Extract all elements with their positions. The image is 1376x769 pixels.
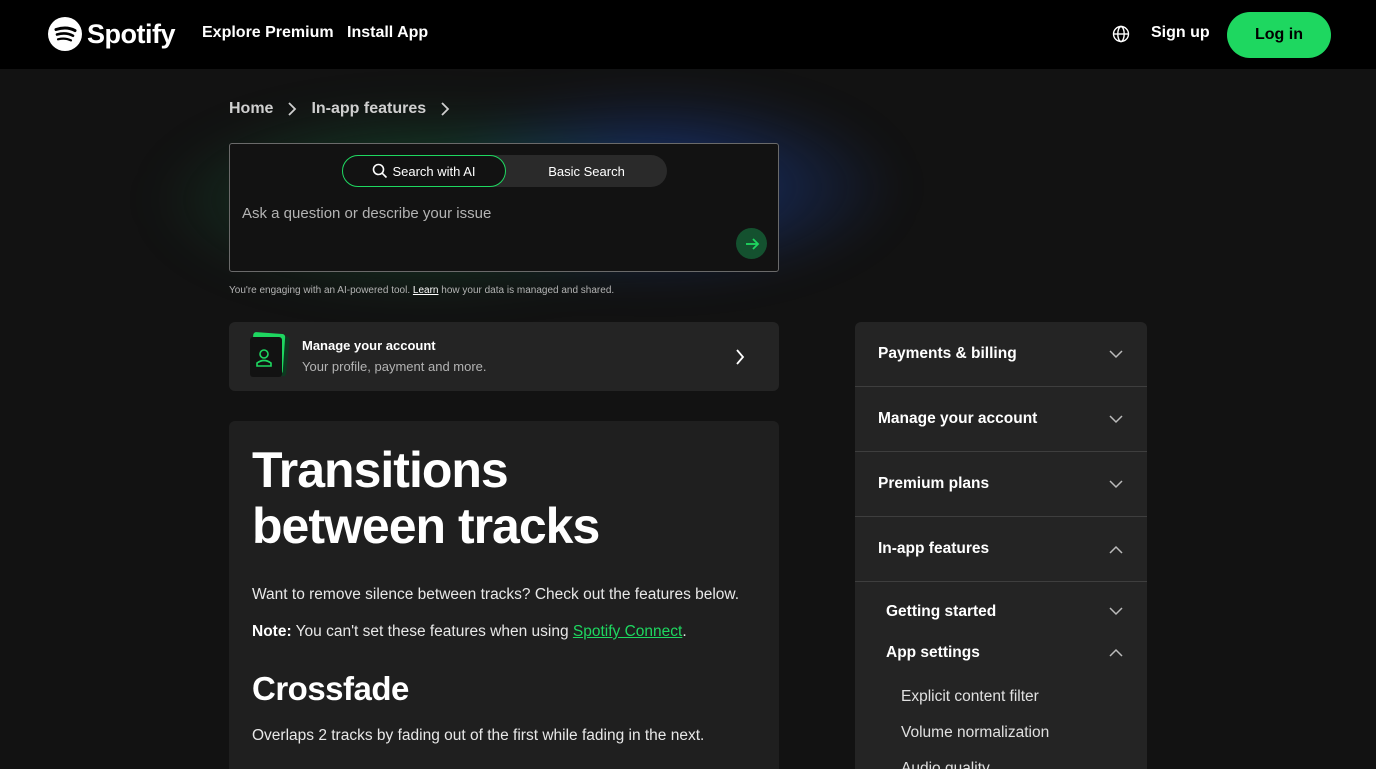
- article-title: Transitions between tracks: [252, 442, 756, 554]
- search-icon: [373, 163, 388, 179]
- sidebar-item-label: Manage your account: [878, 410, 1038, 427]
- chevron-up-icon: [1109, 648, 1123, 657]
- manage-card-title: Manage your account: [302, 338, 436, 353]
- breadcrumb-in-app-features[interactable]: In-app features: [311, 100, 426, 118]
- sidebar-item-payments-billing[interactable]: Payments & billing: [855, 322, 1147, 387]
- chevron-down-icon: [1109, 480, 1123, 489]
- search-with-ai-tab[interactable]: Search with AI: [342, 155, 506, 187]
- article-title-line2: between tracks: [252, 498, 600, 554]
- chevron-up-icon: [1109, 545, 1123, 554]
- article-intro: Want to remove silence between tracks? C…: [252, 586, 740, 603]
- ai-disclaimer: You're engaging with an AI-powered tool.…: [229, 285, 614, 296]
- sidebar-item-in-app-features[interactable]: In-app features: [855, 517, 1147, 582]
- article-content: Transitions between tracks Want to remov…: [229, 421, 779, 769]
- spotify-logo[interactable]: Spotify: [48, 17, 176, 51]
- article-note: Note: You can't set these features when …: [252, 623, 687, 641]
- note-label: Note:: [252, 623, 292, 640]
- sidebar-link-volume-normalization[interactable]: Volume normalization: [901, 724, 1049, 742]
- manage-account-card[interactable]: Manage your account Your profile, paymen…: [229, 322, 779, 391]
- submit-search-button[interactable]: [736, 228, 767, 259]
- sidebar-subitem-app-settings[interactable]: App settings: [855, 636, 1147, 672]
- top-nav: Spotify Explore Premium Install App Sign…: [0, 0, 1376, 69]
- spotify-logo-icon: [48, 17, 82, 51]
- sidebar-item-label: Payments & billing: [878, 345, 1017, 362]
- sidebar-link-audio-quality[interactable]: Audio quality: [901, 760, 990, 769]
- breadcrumb: Home In-app features: [229, 100, 450, 118]
- explore-premium-link[interactable]: Explore Premium: [202, 24, 334, 42]
- chevron-right-icon: [736, 349, 745, 365]
- chevron-right-icon: [441, 102, 450, 116]
- globe-icon[interactable]: [1112, 25, 1130, 43]
- spotify-connect-link[interactable]: Spotify Connect: [573, 623, 682, 640]
- learn-link[interactable]: Learn: [413, 285, 439, 296]
- install-app-link[interactable]: Install App: [347, 24, 428, 42]
- disclaimer-text: You're engaging with an AI-powered tool.: [229, 285, 411, 296]
- arrow-right-icon: [745, 237, 759, 250]
- search-panel: Search with AI Basic Search: [229, 143, 779, 272]
- article-title-line1: Transitions: [252, 442, 509, 498]
- sidebar-subitem-label: App settings: [886, 644, 980, 661]
- sidebar-subitem-getting-started[interactable]: Getting started: [855, 595, 1147, 631]
- sidebar-item-premium-plans[interactable]: Premium plans: [855, 452, 1147, 517]
- basic-search-tab[interactable]: Basic Search: [506, 155, 667, 187]
- sidebar-item-label: In-app features: [878, 540, 990, 557]
- spotify-wordmark: Spotify: [87, 18, 176, 49]
- crossfade-description: Overlaps 2 tracks by fading out of the f…: [252, 727, 705, 744]
- note-text: You can't set these features when using: [295, 623, 569, 640]
- manage-card-subtitle: Your profile, payment and more.: [302, 359, 487, 374]
- search-with-ai-label: Search with AI: [392, 163, 476, 179]
- search-mode-toggle: Search with AI Basic Search: [342, 155, 667, 187]
- help-sidebar: Payments & billing Manage your account P…: [855, 322, 1147, 769]
- sign-up-link[interactable]: Sign up: [1151, 24, 1210, 42]
- chevron-down-icon: [1109, 607, 1123, 616]
- section-title-crossfade: Crossfade: [252, 670, 409, 707]
- sidebar-item-label: Premium plans: [878, 475, 990, 492]
- sidebar-link-explicit-content-filter[interactable]: Explicit content filter: [901, 688, 1039, 706]
- search-input[interactable]: [242, 202, 732, 224]
- note-end: .: [682, 623, 687, 640]
- chevron-down-icon: [1109, 350, 1123, 359]
- disclaimer-text-end: how your data is managed and shared.: [441, 285, 615, 296]
- breadcrumb-home[interactable]: Home: [229, 100, 273, 118]
- chevron-right-icon: [288, 102, 297, 116]
- sidebar-item-manage-account[interactable]: Manage your account: [855, 387, 1147, 452]
- chevron-down-icon: [1109, 415, 1123, 424]
- log-in-button[interactable]: Log in: [1227, 12, 1331, 58]
- sidebar-subitem-label: Getting started: [886, 603, 997, 620]
- account-card-icon: [250, 332, 290, 377]
